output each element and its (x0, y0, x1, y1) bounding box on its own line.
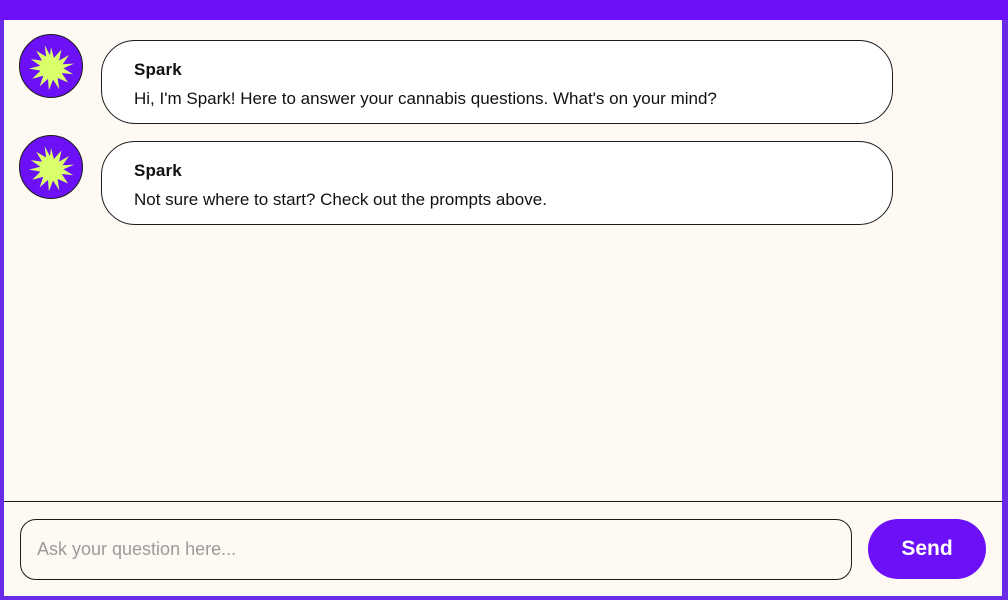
send-button[interactable]: Send (868, 519, 986, 579)
bot-avatar (19, 135, 83, 199)
chat-message: Spark Not sure where to start? Check out… (4, 131, 1002, 225)
chat-message: Spark Hi, I'm Spark! Here to answer your… (4, 30, 1002, 124)
message-bubble: Spark Not sure where to start? Check out… (101, 141, 893, 225)
question-input[interactable] (20, 519, 852, 580)
message-sender: Spark (134, 161, 182, 180)
message-sender: Spark (134, 60, 182, 79)
top-brand-bar (0, 0, 1008, 20)
starburst-icon (27, 143, 75, 191)
bot-avatar (19, 34, 83, 98)
starburst-icon (27, 42, 75, 90)
chat-window: Spark Hi, I'm Spark! Here to answer your… (4, 20, 1002, 596)
message-text: Not sure where to start? Check out the p… (134, 190, 547, 209)
message-text: Hi, I'm Spark! Here to answer your canna… (134, 89, 717, 108)
message-bubble: Spark Hi, I'm Spark! Here to answer your… (101, 40, 893, 124)
composer: Send (4, 502, 1002, 596)
message-list[interactable]: Spark Hi, I'm Spark! Here to answer your… (4, 20, 1002, 501)
